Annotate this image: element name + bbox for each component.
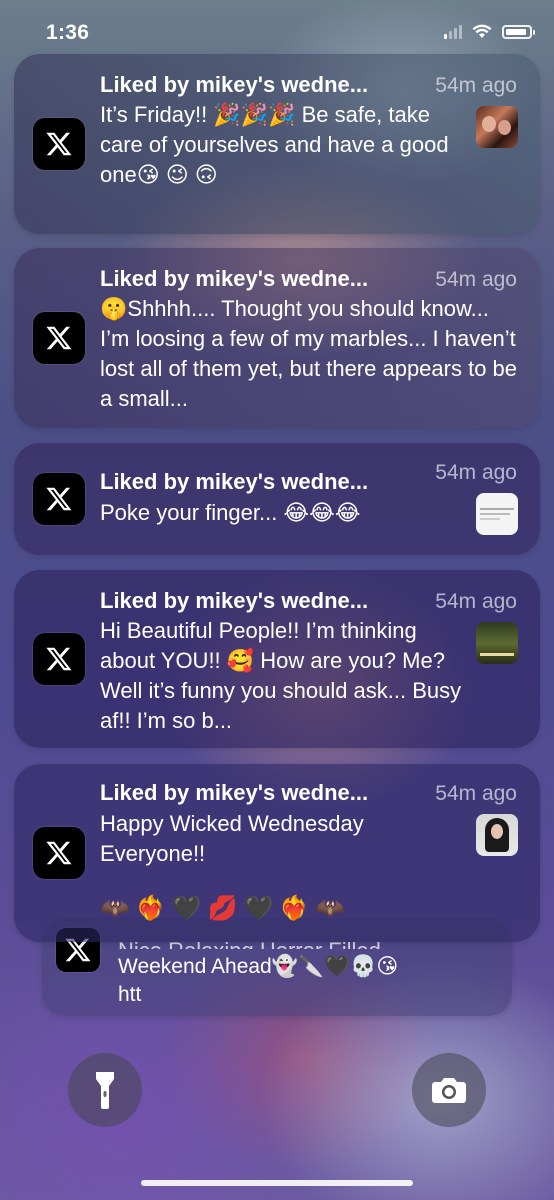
stacked-notification-body: Weekend Ahead👻🔪🖤💀😘: [118, 955, 399, 978]
notification-body: Hi Beautiful People!! I’m thinking about…: [100, 618, 462, 733]
notification-time: 54m ago: [435, 268, 517, 291]
notification-body: Poke your finger... 😂😂😂: [100, 500, 361, 525]
notification-thumbnail: [476, 814, 518, 856]
notification-time: 54m ago: [435, 590, 517, 613]
notification-body: 🤫Shhhh.... Thought you should know... I’…: [100, 296, 518, 411]
x-logo-icon: [33, 633, 85, 685]
notification-time: 54m ago: [435, 74, 517, 97]
thumbnail-text-line: [480, 513, 510, 515]
x-logo-icon: [33, 827, 85, 879]
camera-icon: [432, 1078, 466, 1103]
thumbnail-face-right: [498, 120, 511, 135]
x-logo-icon: [33, 312, 85, 364]
thumbnail-face-left: [482, 116, 496, 132]
battery-fill: [506, 28, 526, 35]
status-bar: 1:36: [0, 0, 554, 62]
notification-card[interactable]: Liked by mikey's wedne... 54m ago It’s F…: [14, 54, 540, 234]
notification-card[interactable]: Liked by mikey's wedne... 54m ago Poke y…: [14, 443, 540, 555]
cellular-signal-icon: [444, 24, 462, 39]
status-time: 1:36: [46, 21, 90, 44]
notification-time: 54m ago: [435, 782, 517, 805]
notification-title: Liked by mikey's wedne...: [100, 266, 369, 291]
stacked-notification-tail: htt: [118, 983, 142, 1006]
thumbnail-caption: [480, 653, 514, 656]
flashlight-button[interactable]: [68, 1053, 142, 1127]
x-logo-icon: [33, 473, 85, 525]
notification-emoji-line: 🦇❤️‍🔥🖤💋🖤❤️‍🔥🦇: [100, 895, 352, 922]
camera-button[interactable]: [412, 1053, 486, 1127]
home-indicator[interactable]: [141, 1180, 413, 1186]
thumbnail-text-line: [480, 508, 514, 510]
thumbnail-face: [491, 824, 503, 839]
notification-title: Liked by mikey's wedne...: [100, 469, 369, 494]
notification-thumbnail: [476, 493, 518, 535]
notification-body: Happy Wicked Wednesday Everyone!!: [100, 811, 364, 866]
battery-icon: [502, 24, 535, 39]
notification-thumbnail: [476, 106, 518, 148]
x-logo-icon: [33, 118, 85, 170]
notification-card[interactable]: Liked by mikey's wedne... 54m ago Happy …: [14, 764, 540, 942]
notification-title: Liked by mikey's wedne...: [100, 780, 369, 805]
notification-card[interactable]: Liked by mikey's wedne... 54m ago Hi Bea…: [14, 570, 540, 748]
notification-card[interactable]: Liked by mikey's wedne... 54m ago 🤫Shhhh…: [14, 248, 540, 428]
notification-title: Liked by mikey's wedne...: [100, 72, 369, 97]
thumbnail-text-line: [480, 518, 500, 520]
notification-time: 54m ago: [435, 461, 517, 484]
notification-title: Liked by mikey's wedne...: [100, 588, 369, 613]
notification-body: It’s Friday!! 🎉🎉🎉 Be safe, take care of …: [100, 102, 449, 187]
flashlight-icon: [96, 1072, 114, 1109]
status-icons: [444, 24, 535, 39]
notification-thumbnail: [476, 622, 518, 664]
wifi-icon: [472, 24, 492, 38]
